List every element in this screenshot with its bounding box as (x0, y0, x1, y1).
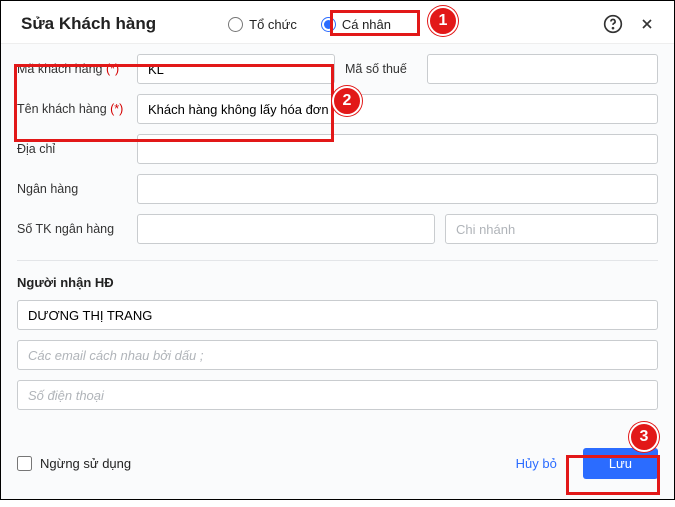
customer-type-radios: Tổ chức Cá nhân (228, 17, 391, 32)
close-icon[interactable] (636, 13, 658, 35)
radio-organization-input[interactable] (228, 17, 243, 32)
modal-header: Sửa Khách hàng Tổ chức Cá nhân (1, 1, 674, 43)
customer-code-input[interactable] (137, 54, 335, 84)
annotation-marker-1: 1 (428, 6, 458, 36)
modal-title: Sửa Khách hàng (21, 14, 156, 34)
customer-name-input[interactable] (137, 94, 658, 124)
radio-personal[interactable]: Cá nhân (321, 17, 391, 32)
help-icon[interactable] (602, 13, 624, 35)
modal-footer: Ngừng sử dụng Hủy bỏ Lưu (1, 436, 674, 499)
recipient-section: Người nhận HĐ (17, 260, 658, 420)
recipient-phone-input[interactable] (17, 380, 658, 410)
bank-label: Ngân hàng (17, 182, 127, 196)
bank-account-label: Số TK ngân hàng (17, 222, 127, 236)
stop-using-checkbox-input[interactable] (17, 456, 32, 471)
radio-organization[interactable]: Tổ chức (228, 17, 297, 32)
annotation-marker-2: 2 (332, 86, 362, 116)
customer-name-label: Tên khách hàng (*) (17, 102, 127, 116)
stop-using-checkbox[interactable]: Ngừng sử dụng (17, 456, 131, 471)
radio-organization-label: Tổ chức (249, 17, 297, 32)
recipient-name-input[interactable] (17, 300, 658, 330)
tax-code-label: Mã số thuế (345, 62, 417, 76)
cancel-button[interactable]: Hủy bỏ (502, 448, 571, 479)
bank-account-input[interactable] (137, 214, 435, 244)
tax-code-input[interactable] (427, 54, 658, 84)
annotation-marker-3: 3 (629, 422, 659, 452)
radio-personal-label: Cá nhân (342, 17, 391, 32)
save-button[interactable]: Lưu (583, 448, 658, 479)
bank-input[interactable] (137, 174, 658, 204)
recipient-title: Người nhận HĐ (17, 275, 658, 290)
address-input[interactable] (137, 134, 658, 164)
address-label: Địa chỉ (17, 142, 127, 156)
recipient-email-input[interactable] (17, 340, 658, 370)
customer-code-label: Mã khách hàng (*) (17, 62, 127, 76)
edit-customer-modal: Sửa Khách hàng Tổ chức Cá nhân Mã khách … (0, 0, 675, 500)
bank-branch-input[interactable] (445, 214, 658, 244)
stop-using-label: Ngừng sử dụng (40, 456, 131, 471)
radio-personal-input[interactable] (321, 17, 336, 32)
